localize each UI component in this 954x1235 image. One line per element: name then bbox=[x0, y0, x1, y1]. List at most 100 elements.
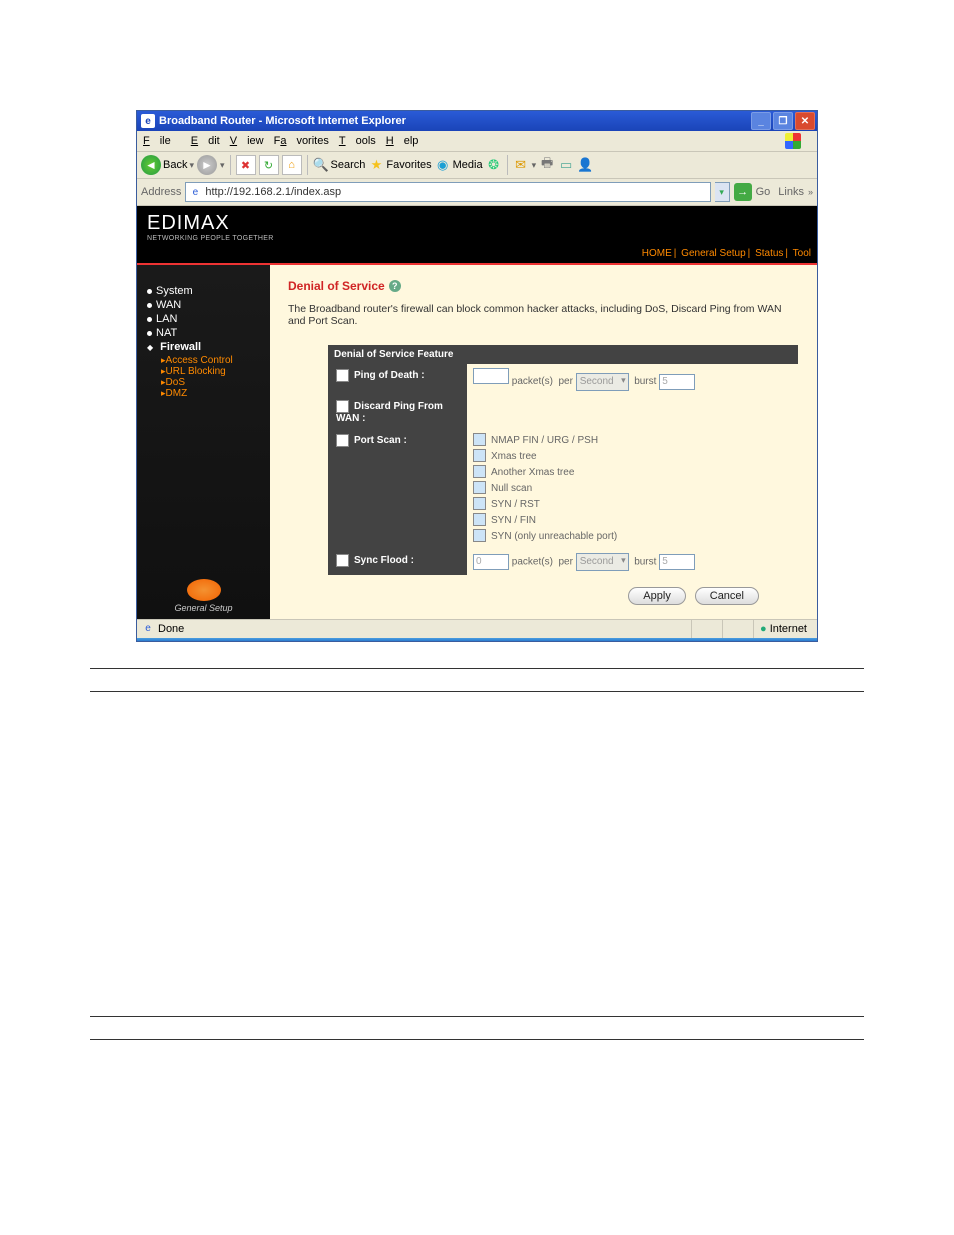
back-button[interactable]: ◄ Back ▾ bbox=[141, 155, 194, 175]
portscan-item-checkbox[interactable] bbox=[473, 449, 486, 462]
page-description: The Broadband router's firewall can bloc… bbox=[288, 303, 799, 327]
chevron-down-icon[interactable]: ▾ bbox=[532, 160, 537, 171]
sidebar-item-wan[interactable]: WAN bbox=[147, 299, 262, 311]
zone-indicator: ● Internet bbox=[753, 620, 813, 638]
links-label[interactable]: Links bbox=[778, 186, 804, 198]
sidebar-item-firewall[interactable]: Firewall bbox=[147, 341, 262, 353]
sync-checkbox[interactable] bbox=[336, 554, 349, 567]
portscan-item-label: SYN / FIN bbox=[491, 515, 536, 526]
sidebar-item-lan[interactable]: LAN bbox=[147, 313, 262, 325]
sidebar-item-nat[interactable]: NAT bbox=[147, 327, 262, 339]
ping-per-select[interactable]: Second bbox=[576, 373, 629, 391]
portscan-item-checkbox[interactable] bbox=[473, 529, 486, 542]
favorites-button[interactable]: ★ Favorites bbox=[368, 157, 431, 173]
ping-burst-input[interactable]: 5 bbox=[659, 374, 695, 390]
home-button[interactable]: ⌂ bbox=[282, 155, 302, 175]
address-input[interactable]: e http://192.168.2.1/index.asp bbox=[185, 182, 710, 202]
row-portscan-label: Port Scan : bbox=[328, 429, 467, 549]
nav-general[interactable]: General Setup bbox=[681, 248, 746, 259]
status-text: Done bbox=[158, 623, 184, 635]
print-button[interactable]: 🖶 bbox=[539, 157, 555, 173]
portscan-option[interactable]: SYN (only unreachable port) bbox=[473, 529, 792, 545]
portscan-item-label: SYN / RST bbox=[491, 499, 540, 510]
portscan-item-label: NMAP FIN / URG / PSH bbox=[491, 435, 598, 446]
toolbar: ◄ Back ▾ ► ▾ ✖ ↻ ⌂ 🔍 Search ★ Favorites … bbox=[137, 152, 817, 179]
menu-favorites[interactable]: Favorites bbox=[274, 135, 329, 147]
media-button[interactable]: ◉ Media bbox=[435, 157, 483, 173]
menu-tools[interactable]: Tools bbox=[339, 135, 376, 147]
portscan-item-label: Null scan bbox=[491, 483, 532, 494]
mail-button[interactable]: ✉ bbox=[513, 157, 529, 173]
sync-packets-input[interactable]: 0 bbox=[473, 554, 509, 570]
address-dropdown[interactable]: ▾ bbox=[715, 182, 730, 202]
row-ping-value: packet(s) per Second burst 5 bbox=[467, 364, 798, 395]
ping-packets-input[interactable] bbox=[473, 368, 509, 384]
done-icon: e bbox=[141, 622, 155, 636]
menu-help[interactable]: Help bbox=[386, 135, 419, 147]
portscan-option[interactable]: Null scan bbox=[473, 481, 792, 497]
page-body: EDIMAX NETWORKING PEOPLE TOGETHER HOME| … bbox=[137, 206, 817, 619]
menu-file[interactable]: File bbox=[143, 135, 181, 147]
sidebar-sub-access[interactable]: ▸Access Control bbox=[147, 355, 262, 366]
nav-tool[interactable]: Tool bbox=[793, 248, 811, 259]
address-label: Address bbox=[141, 186, 181, 198]
search-button[interactable]: 🔍 Search bbox=[313, 157, 366, 173]
ping-checkbox[interactable] bbox=[336, 369, 349, 382]
menu-bar: File Edit View Favorites Tools Help bbox=[137, 131, 817, 152]
close-button[interactable]: ✕ bbox=[795, 112, 815, 130]
help-icon[interactable]: ? bbox=[389, 280, 401, 292]
discard-checkbox[interactable] bbox=[336, 400, 349, 413]
menu-view[interactable]: View bbox=[230, 135, 264, 147]
portscan-item-label: Another Xmas tree bbox=[491, 467, 574, 478]
sidebar-item-system[interactable]: System bbox=[147, 285, 262, 297]
portscan-option[interactable]: SYN / RST bbox=[473, 497, 792, 513]
messenger-button[interactable]: 👤 bbox=[577, 157, 593, 173]
portscan-option[interactable]: Another Xmas tree bbox=[473, 465, 792, 481]
document-rules bbox=[90, 668, 864, 1040]
row-discard-value bbox=[467, 395, 798, 429]
cancel-button[interactable]: Cancel bbox=[695, 587, 759, 605]
portscan-item-checkbox[interactable] bbox=[473, 497, 486, 510]
portscan-item-checkbox[interactable] bbox=[473, 513, 486, 526]
refresh-button[interactable]: ↻ bbox=[259, 155, 279, 175]
edit-button[interactable]: ▭ bbox=[558, 157, 574, 173]
forward-button[interactable]: ► bbox=[197, 155, 217, 175]
maximize-button[interactable]: ❐ bbox=[773, 112, 793, 130]
sync-burst-input[interactable]: 5 bbox=[659, 554, 695, 570]
portscan-option[interactable]: NMAP FIN / URG / PSH bbox=[473, 433, 792, 449]
sidebar-sub-dmz[interactable]: ▸DMZ bbox=[147, 388, 262, 399]
stop-button[interactable]: ✖ bbox=[236, 155, 256, 175]
sync-per-select[interactable]: Second bbox=[576, 553, 629, 571]
nav-home[interactable]: HOME bbox=[642, 248, 672, 259]
star-icon: ★ bbox=[368, 157, 384, 173]
portscan-item-checkbox[interactable] bbox=[473, 481, 486, 494]
minimize-button[interactable]: _ bbox=[751, 112, 771, 130]
window-titlebar: e Broadband Router - Microsoft Internet … bbox=[137, 111, 817, 131]
chevron-down-icon[interactable]: ▾ bbox=[220, 160, 225, 171]
portscan-item-checkbox[interactable] bbox=[473, 465, 486, 478]
go-label: Go bbox=[756, 186, 771, 198]
row-sync-label: Sync Flood : bbox=[328, 549, 467, 575]
browser-window: e Broadband Router - Microsoft Internet … bbox=[136, 110, 818, 642]
brand-logo: EDIMAX bbox=[147, 212, 807, 235]
back-icon: ◄ bbox=[141, 155, 161, 175]
apply-button[interactable]: Apply bbox=[628, 587, 686, 605]
portscan-checkbox[interactable] bbox=[336, 434, 349, 447]
status-bar: e Done ● Internet bbox=[137, 619, 817, 638]
windows-flag-icon bbox=[785, 133, 801, 149]
portscan-item-checkbox[interactable] bbox=[473, 433, 486, 446]
dos-feature-table: Denial of Service Feature Ping of Death … bbox=[328, 345, 798, 575]
row-portscan-value: NMAP FIN / URG / PSH Xmas tree Another Xma… bbox=[467, 429, 798, 549]
search-icon: 🔍 bbox=[313, 157, 329, 173]
history-button[interactable]: ❂ bbox=[486, 157, 502, 173]
portscan-option[interactable]: Xmas tree bbox=[473, 449, 792, 465]
page-title: Denial of Service ? bbox=[288, 279, 799, 293]
ie-icon: e bbox=[141, 114, 155, 128]
row-ping-label: Ping of Death : bbox=[328, 364, 467, 395]
menu-edit[interactable]: Edit bbox=[191, 135, 220, 147]
sidebar-sub-dos[interactable]: ▸DoS bbox=[147, 377, 262, 388]
portscan-option[interactable]: SYN / FIN bbox=[473, 513, 792, 529]
go-button[interactable]: → bbox=[734, 183, 752, 201]
sidebar-sub-url[interactable]: ▸URL Blocking bbox=[147, 366, 262, 377]
nav-status[interactable]: Status bbox=[755, 248, 783, 259]
